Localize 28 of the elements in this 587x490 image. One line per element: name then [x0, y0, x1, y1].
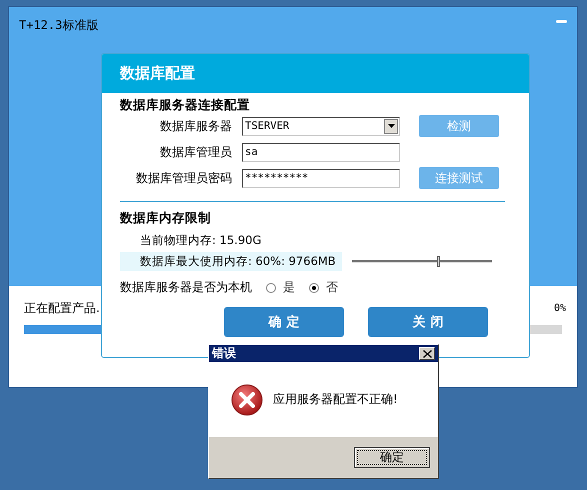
field-label: 数据库服务器	[159, 118, 232, 134]
question-label: 数据库服务器是否为本机	[120, 279, 252, 296]
error-icon	[231, 384, 263, 416]
ok-button[interactable]: 确 定	[224, 307, 344, 337]
radio-label[interactable]: 否	[326, 279, 338, 296]
radio-button[interactable]	[266, 282, 276, 292]
section-heading: 数据库内存限制	[120, 210, 212, 227]
field-label: 数据库管理员密码	[135, 170, 232, 186]
close-icon[interactable]	[419, 347, 435, 360]
progress-percent: 0%	[554, 303, 566, 314]
server-dropdown[interactable]: TSERVER	[242, 116, 400, 136]
radio-label[interactable]: 是	[283, 279, 295, 296]
close-button[interactable]: 关 闭	[368, 307, 488, 337]
input-field[interactable]: **********	[242, 168, 400, 188]
radio-button[interactable]	[309, 282, 319, 292]
section-heading: 数据库服务器连接配置	[120, 97, 251, 114]
slider-thumb[interactable]	[436, 256, 440, 267]
window-title: T+12.3标准版	[19, 17, 98, 34]
error-message: 应用服务器配置不正确!	[273, 391, 398, 408]
memory-slider[interactable]	[352, 256, 492, 267]
field-label: 数据库管理员	[159, 144, 232, 160]
input-field[interactable]: sa	[242, 142, 400, 162]
progress-label: 正在配置产品.	[24, 300, 100, 317]
dialog-title: 错误	[212, 345, 236, 362]
dialog-title: 数据库配置	[102, 54, 529, 93]
memory-limit-text: 数据库最大使用内存: 60%: 9766MB	[120, 252, 342, 271]
memory-text: 当前物理内存: 15.90G	[139, 233, 262, 248]
ok-button[interactable]: 确定	[354, 447, 430, 468]
